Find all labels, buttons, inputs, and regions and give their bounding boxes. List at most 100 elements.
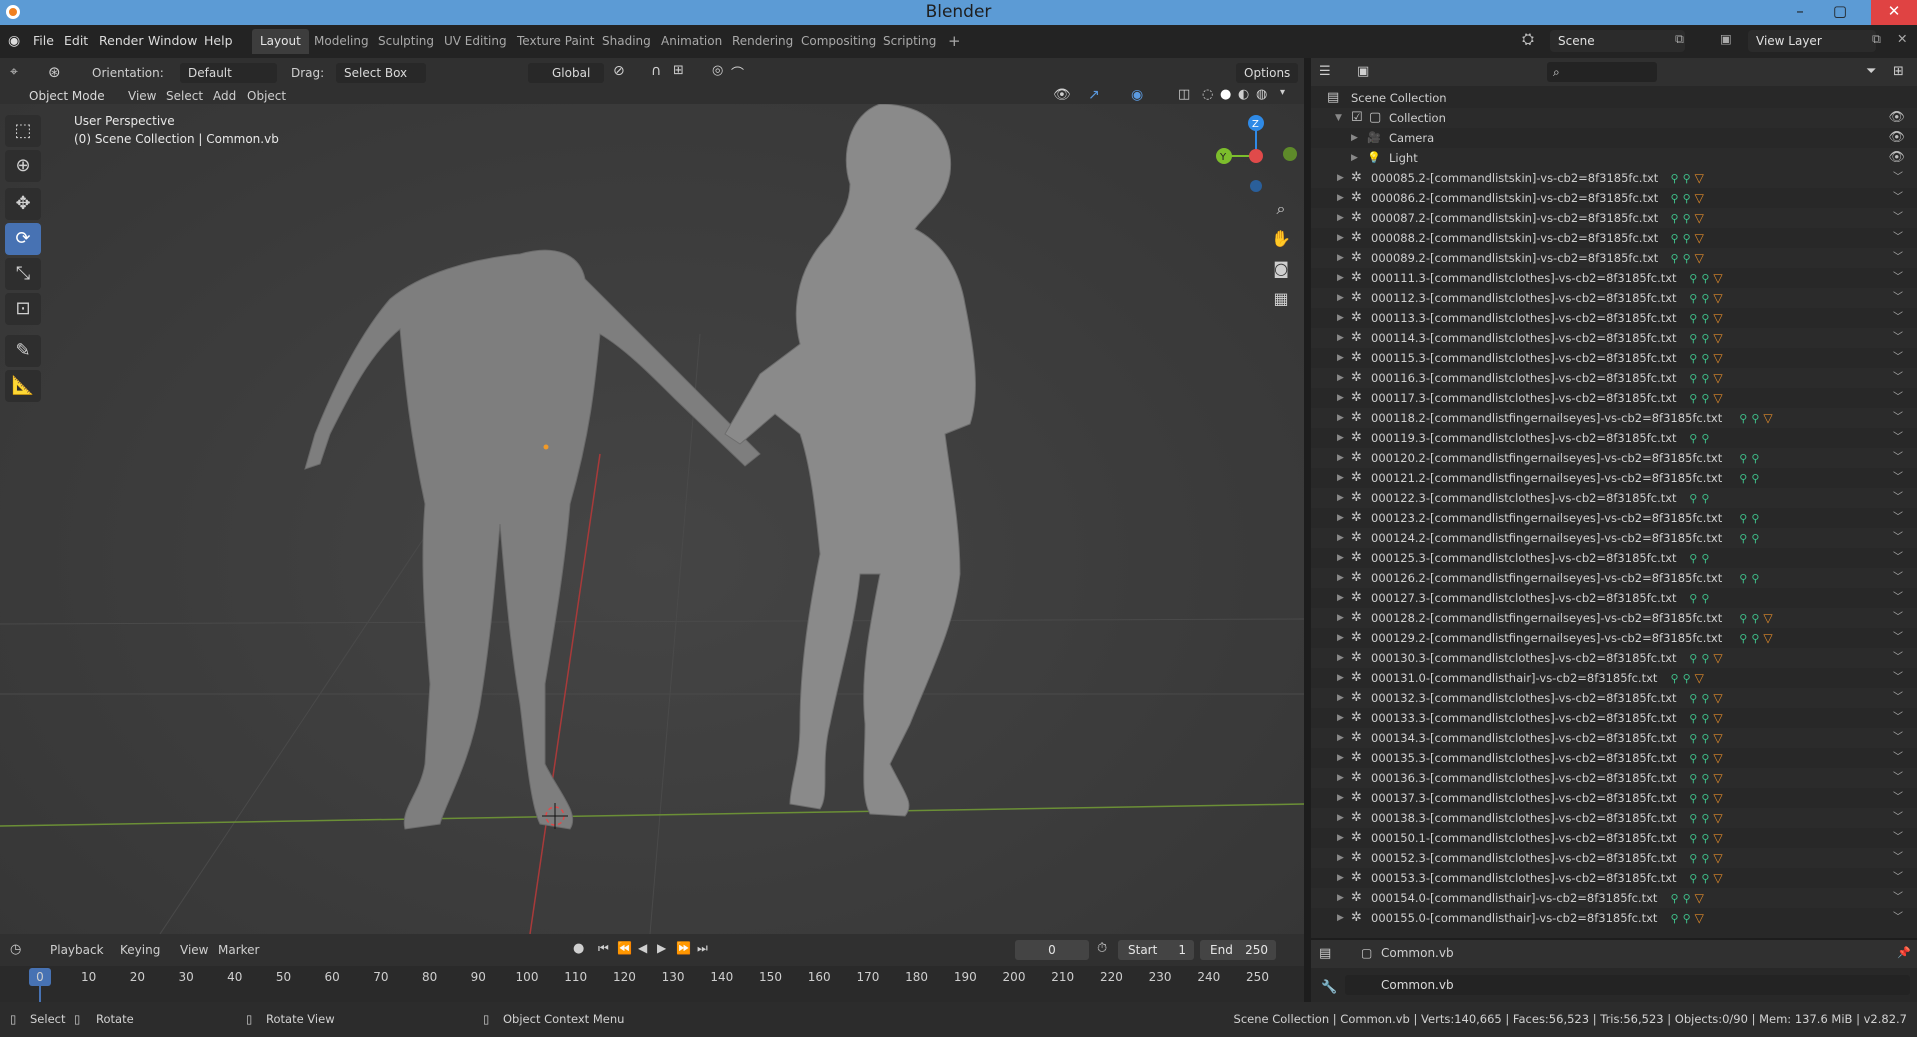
tab-shading[interactable]: Shading [594,29,659,54]
jump-start-icon[interactable]: ⏮ [598,941,609,956]
overlay-toggle-icon[interactable]: ◉ [1131,87,1143,103]
outliner-object-row[interactable]: ▶ ✲ 000122.3-[commandlistclothes]-vs-cb2=8… [1311,488,1917,508]
menu-edit[interactable]: Edit [64,33,88,48]
chevron-down-icon[interactable]: ﹀ [1893,228,1903,248]
chevron-down-icon[interactable]: ﹀ [1893,168,1903,188]
timeline-editor-type-icon[interactable]: ◷ [10,942,21,957]
current-frame-field[interactable]: 0 [1015,940,1089,960]
transform-orientation-dropdown[interactable]: Global [528,63,604,83]
outliner-object-row[interactable]: ▶ ✲ 000133.3-[commandlistclothes]-vs-cb2=8… [1311,708,1917,728]
outliner-object-row[interactable]: ▶ ✲ 000116.3-[commandlistclothes]-vs-cb2=8… [1311,368,1917,388]
filter-icon[interactable]: ⏷ [1866,64,1876,79]
tool-properties-icon[interactable]: 🔧 [1321,980,1337,995]
rotate-tool-icon[interactable]: ⟳ [5,223,41,255]
timeline-menu-playback[interactable]: Playback [50,943,104,957]
view-layer-icon[interactable]: ▣ [1720,31,1732,46]
outliner-search-input[interactable]: ⌕ [1547,62,1657,82]
outliner-object-row[interactable]: ▶ ✲ 000126.2-[commandlistfingernailseyes]-… [1311,568,1917,588]
collapse-arrow-icon[interactable]: ▶ [1337,748,1344,768]
timeline-ruler[interactable]: 0 10 20 30 40 50 60 70 80 90 100 110 120 130 140 150 160… [0,966,1304,1002]
editor-type-icon[interactable]: ⌖ [10,64,18,80]
outliner-object-row[interactable]: ▶ ✲ 000137.3-[commandlistclothes]-vs-cb2=8… [1311,788,1917,808]
tab-texture-paint[interactable]: Texture Paint [509,29,602,54]
outliner-object-row[interactable]: ▶ ✲ 000121.2-[commandlistfingernailseyes]-… [1311,468,1917,488]
measure-tool-icon[interactable]: 📐 [5,370,41,402]
outliner-object-row[interactable]: ▶ ✲ 000088.2-[commandlistskin]-vs-cb2=8f31… [1311,228,1917,248]
collapse-arrow-icon[interactable]: ▶ [1337,528,1344,548]
chevron-down-icon[interactable]: ﹀ [1893,528,1903,548]
scene-copy-icon[interactable]: ⧉ [1675,31,1684,47]
outliner-scene-collection[interactable]: ▤ Scene Collection [1311,88,1917,108]
object-data-field[interactable]: Common.vb [1345,975,1910,995]
collapse-arrow-icon[interactable]: ▶ [1337,728,1344,748]
collapse-arrow-icon[interactable]: ▶ [1337,388,1344,408]
minimize-button[interactable]: – [1780,0,1820,25]
collapse-arrow-icon[interactable]: ▶ [1337,368,1344,388]
outliner-object-row[interactable]: ▶ ✲ 000117.3-[commandlistclothes]-vs-cb2=8… [1311,388,1917,408]
collapse-arrow-icon[interactable]: ▶ [1337,628,1344,648]
snap-increment-icon[interactable]: ⊞ [673,63,684,78]
chevron-down-icon[interactable]: ﹀ [1893,748,1903,768]
outliner-object-row[interactable]: ▶ ✲ 000115.3-[commandlistclothes]-vs-cb2=8… [1311,348,1917,368]
chevron-down-icon[interactable]: ﹀ [1893,868,1903,888]
collapse-arrow-icon[interactable]: ▶ [1337,608,1344,628]
display-mode-icon[interactable]: ▣ [1357,64,1369,79]
outliner-object-row[interactable]: ▶ ✲ 000125.3-[commandlistclothes]-vs-cb2=8… [1311,548,1917,568]
collapse-arrow-icon[interactable]: ▶ [1337,428,1344,448]
outliner-object-row[interactable]: ▶ ✲ 000087.2-[commandlistskin]-vs-cb2=8f31… [1311,208,1917,228]
chevron-down-icon[interactable]: ﹀ [1893,728,1903,748]
eye-icon[interactable]: 👁 [1888,148,1905,168]
viewport-menu-object[interactable]: Object [247,89,286,103]
timeline-menu-keying[interactable]: Keying [120,943,160,957]
solid-shading-icon[interactable]: ● [1220,87,1231,102]
outliner-object-row[interactable]: ▶ ✲ 000138.3-[commandlistclothes]-vs-cb2=8… [1311,808,1917,828]
blender-menu-icon[interactable]: ◉ [8,33,20,49]
eye-icon[interactable]: 👁 [1888,108,1905,128]
jump-keyframe-forward-icon[interactable]: ⏩ [676,941,691,955]
tab-rendering[interactable]: Rendering [724,29,801,54]
collapse-arrow-icon[interactable]: ▶ [1337,208,1344,228]
chevron-down-icon[interactable]: ﹀ [1893,648,1903,668]
collapse-arrow-icon[interactable]: ▶ [1337,488,1344,508]
chevron-down-icon[interactable]: ﹀ [1893,768,1903,788]
maximize-button[interactable]: ▢ [1820,0,1860,25]
move-tool-icon[interactable]: ✥ [5,188,41,220]
outliner-object-row[interactable]: ▶ ✲ 000152.3-[commandlistclothes]-vs-cb2=8… [1311,848,1917,868]
annotate-tool-icon[interactable]: ✎ [5,335,41,367]
chevron-down-icon[interactable]: ﹀ [1893,328,1903,348]
collapse-arrow-icon[interactable]: ▶ [1337,668,1344,688]
view-layer-selector[interactable]: View Layer [1748,30,1876,52]
outliner-object-row[interactable]: ▶ ✲ 000113.3-[commandlistclothes]-vs-cb2=8… [1311,308,1917,328]
scene-type-icon[interactable]: ⛭ [1522,30,1534,48]
chevron-down-icon[interactable]: ﹀ [1893,508,1903,528]
view-layer-copy-icon[interactable]: ⧉ [1872,31,1881,47]
collapse-arrow-icon[interactable]: ▶ [1337,888,1344,908]
scene-selector[interactable]: Scene [1550,30,1685,52]
outliner-object-row[interactable]: ▶ ✲ 000128.2-[commandlistfingernailseyes]-… [1311,608,1917,628]
outliner-object-row[interactable]: ▶ ✲ 000154.0-[commandlisthair]-vs-cb2=8f31… [1311,888,1917,908]
chevron-down-icon[interactable]: ﹀ [1893,388,1903,408]
snap-magnet-icon[interactable]: ∩ [651,63,661,79]
outliner-object-row[interactable]: ▶ ✲ 000132.3-[commandlistclothes]-vs-cb2=8… [1311,688,1917,708]
ortho-grid-icon[interactable]: ▦ [1268,286,1294,312]
outliner-editor-type-icon[interactable]: ☰ [1319,64,1331,79]
tab-compositing[interactable]: Compositing [793,29,884,54]
tab-uv-editing[interactable]: UV Editing [436,29,515,54]
viewport-menu-select[interactable]: Select [166,89,203,103]
timeline-menu-marker[interactable]: Marker [218,943,259,957]
scale-tool-icon[interactable]: ⤡ [5,258,41,290]
tab-layout[interactable]: Layout [252,29,309,54]
collapse-arrow-icon[interactable]: ▶ [1351,148,1358,168]
collapse-arrow-icon[interactable]: ▶ [1337,768,1344,788]
close-button[interactable]: ✕ [1871,0,1917,25]
collapse-arrow-icon[interactable]: ▶ [1337,228,1344,248]
xray-toggle-icon[interactable]: ◫ [1178,87,1190,102]
eye-icon[interactable]: 👁 [1888,128,1905,148]
collapse-arrow-icon[interactable]: ▶ [1337,788,1344,808]
tab-modeling[interactable]: Modeling [306,29,377,54]
chevron-down-icon[interactable]: ﹀ [1893,188,1903,208]
collapse-arrow-icon[interactable]: ▶ [1337,188,1344,208]
chevron-down-icon[interactable]: ﹀ [1893,428,1903,448]
collapse-arrow-icon[interactable]: ▶ [1337,348,1344,368]
visibility-icon[interactable]: 👁 [1053,87,1071,103]
